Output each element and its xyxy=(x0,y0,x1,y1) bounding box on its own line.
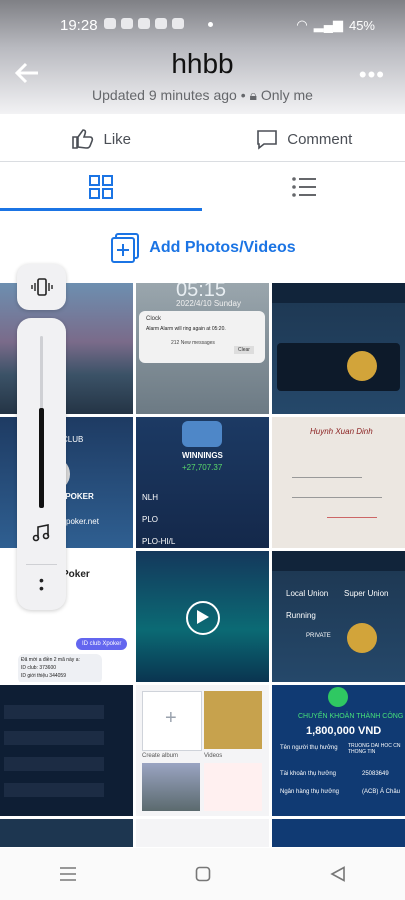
album-header: hhbb ••• xyxy=(0,48,405,114)
album-title: hhbb xyxy=(171,48,234,79)
view-tabs xyxy=(0,162,405,212)
photo-thumbnail[interactable]: WINNINGS +27,707.37 NLH PLO PLO-HI/L xyxy=(136,417,269,548)
tab-list[interactable] xyxy=(203,162,405,212)
photo-thumbnail[interactable]: Huynh Xuan Dinh xyxy=(272,417,405,548)
tab-grid[interactable] xyxy=(0,162,203,212)
wifi-icon: ◠ xyxy=(296,17,308,32)
vibrate-toggle[interactable] xyxy=(17,264,66,310)
menu-icon[interactable] xyxy=(59,866,77,882)
system-nav-bar xyxy=(0,848,405,900)
thumbs-up-icon xyxy=(72,129,94,149)
photo-thumbnail[interactable] xyxy=(272,819,405,847)
photo-thumbnail[interactable] xyxy=(272,283,405,414)
add-photo-icon xyxy=(111,233,140,263)
volume-slider[interactable] xyxy=(39,408,44,508)
list-icon xyxy=(291,177,316,197)
status-right: ◠ ▂▄▆ 45% xyxy=(296,17,375,33)
grid-icon xyxy=(89,175,114,199)
status-bar: 19:28 ◠ ▂▄▆ 45% xyxy=(0,0,405,48)
album-subtitle: Updated 9 minutes ago • 🔒︎ Only me xyxy=(92,87,313,103)
volume-more-icon[interactable]: • • xyxy=(39,573,44,595)
music-note-icon xyxy=(32,524,50,542)
privacy-text[interactable]: Only me xyxy=(261,87,313,103)
back-icon[interactable] xyxy=(330,866,346,882)
photo-thumbnail[interactable] xyxy=(0,819,133,847)
video-thumbnail[interactable] xyxy=(136,551,269,682)
photo-thumbnail[interactable] xyxy=(136,819,269,847)
comment-button[interactable]: Comment xyxy=(203,118,405,160)
more-options-icon[interactable]: ••• xyxy=(359,62,385,88)
photo-thumbnail[interactable]: 05:15 2022/4/10 Sunday Clock Alarm Alarm… xyxy=(136,283,269,414)
photo-thumbnail[interactable]: CHUYỂN KHOẢN THÀNH CÔNG 1,800,000 VND Tê… xyxy=(272,685,405,816)
comment-icon xyxy=(257,130,278,150)
photo-thumbnail[interactable] xyxy=(0,685,133,816)
vibrate-icon xyxy=(30,278,53,296)
updated-text: Updated 9 minutes ago xyxy=(92,87,237,103)
active-tab-indicator xyxy=(0,208,202,211)
notification-dot-icon xyxy=(208,22,213,27)
comment-label: Comment xyxy=(287,130,353,148)
home-icon[interactable] xyxy=(195,866,211,882)
add-photos-label: Add Photos/Videos xyxy=(149,239,296,256)
lock-icon: 🔒︎ xyxy=(249,87,257,103)
play-icon xyxy=(197,610,209,624)
signal-icon: ▂▄▆ xyxy=(313,17,343,32)
action-bar: Like Comment xyxy=(0,118,405,160)
battery-text: 45% xyxy=(348,17,375,33)
status-time: 19:28 xyxy=(60,17,98,34)
photo-thumbnail[interactable]: + Create album Videos xyxy=(136,685,269,816)
volume-panel: • • xyxy=(17,318,66,610)
like-button[interactable]: Like xyxy=(0,118,203,160)
notification-icons xyxy=(104,18,184,29)
add-photos-button[interactable]: Add Photos/Videos xyxy=(0,230,405,266)
photo-thumbnail[interactable]: Local Union Super Union Running PRIVATE xyxy=(272,551,405,682)
like-label: Like xyxy=(103,130,132,148)
